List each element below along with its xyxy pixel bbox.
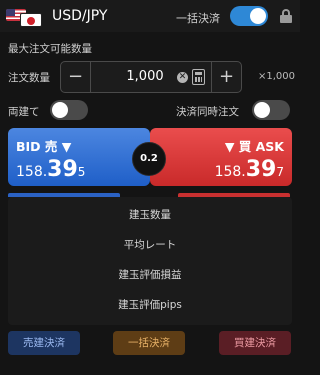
- spread-badge: 0.2: [132, 142, 166, 176]
- bid-label: BID 売 ▼: [16, 139, 72, 154]
- position-pips-label: 建玉評価pips: [118, 299, 182, 311]
- bulk-settle-label: 一括決済: [176, 12, 220, 25]
- ask-label: ▼ 買 ASK: [224, 139, 284, 154]
- currency-pair[interactable]: USD/JPY: [52, 8, 107, 24]
- bulk-settle-button[interactable]: 一括決済: [113, 331, 185, 355]
- bid-price: 158.395: [16, 157, 86, 182]
- sell-settle-button[interactable]: 売建決済: [8, 331, 80, 355]
- position-pl-label: 建玉評価損益: [118, 269, 182, 281]
- buy-settle-button[interactable]: 買建決済: [219, 331, 291, 355]
- bulk-settle-toggle[interactable]: [230, 6, 268, 26]
- hedge-label: 両建て: [8, 106, 40, 118]
- bid-sell-button[interactable]: BID 売 ▼ 158.395: [8, 128, 150, 186]
- simultaneous-settle-toggle[interactable]: [252, 100, 290, 120]
- lock-icon[interactable]: [280, 9, 292, 23]
- calculator-icon[interactable]: [192, 69, 205, 85]
- currency-flags-icon: [6, 9, 44, 27]
- average-rate-label: 平均レート: [123, 239, 177, 251]
- simultaneous-settle-label: 決済同時注文: [176, 106, 239, 118]
- ask-buy-button[interactable]: ▼ 買 ASK 158.397: [150, 128, 292, 186]
- max-order-qty-label: 最大注文可能数量: [8, 43, 92, 55]
- toggle-knob: [250, 8, 266, 24]
- quantity-stepper: − 1,000 ✕ +: [60, 61, 242, 93]
- ask-price: 158.397: [214, 157, 284, 182]
- hedge-toggle[interactable]: [50, 100, 88, 120]
- toggle-knob: [52, 102, 68, 118]
- position-qty-label: 建玉数量: [129, 209, 171, 221]
- position-summary-panel: 建玉数量 平均レート 建玉評価損益 建玉評価pips: [8, 197, 292, 325]
- quantity-unit: ×1,000: [258, 71, 296, 82]
- clear-icon[interactable]: ✕: [177, 72, 188, 83]
- japan-flag-icon: [20, 13, 42, 27]
- order-qty-label: 注文数量: [8, 72, 50, 84]
- decrease-button[interactable]: −: [61, 62, 91, 92]
- toggle-knob: [254, 102, 270, 118]
- increase-button[interactable]: +: [211, 62, 241, 92]
- header-bar: USD/JPY 一括決済: [0, 0, 300, 32]
